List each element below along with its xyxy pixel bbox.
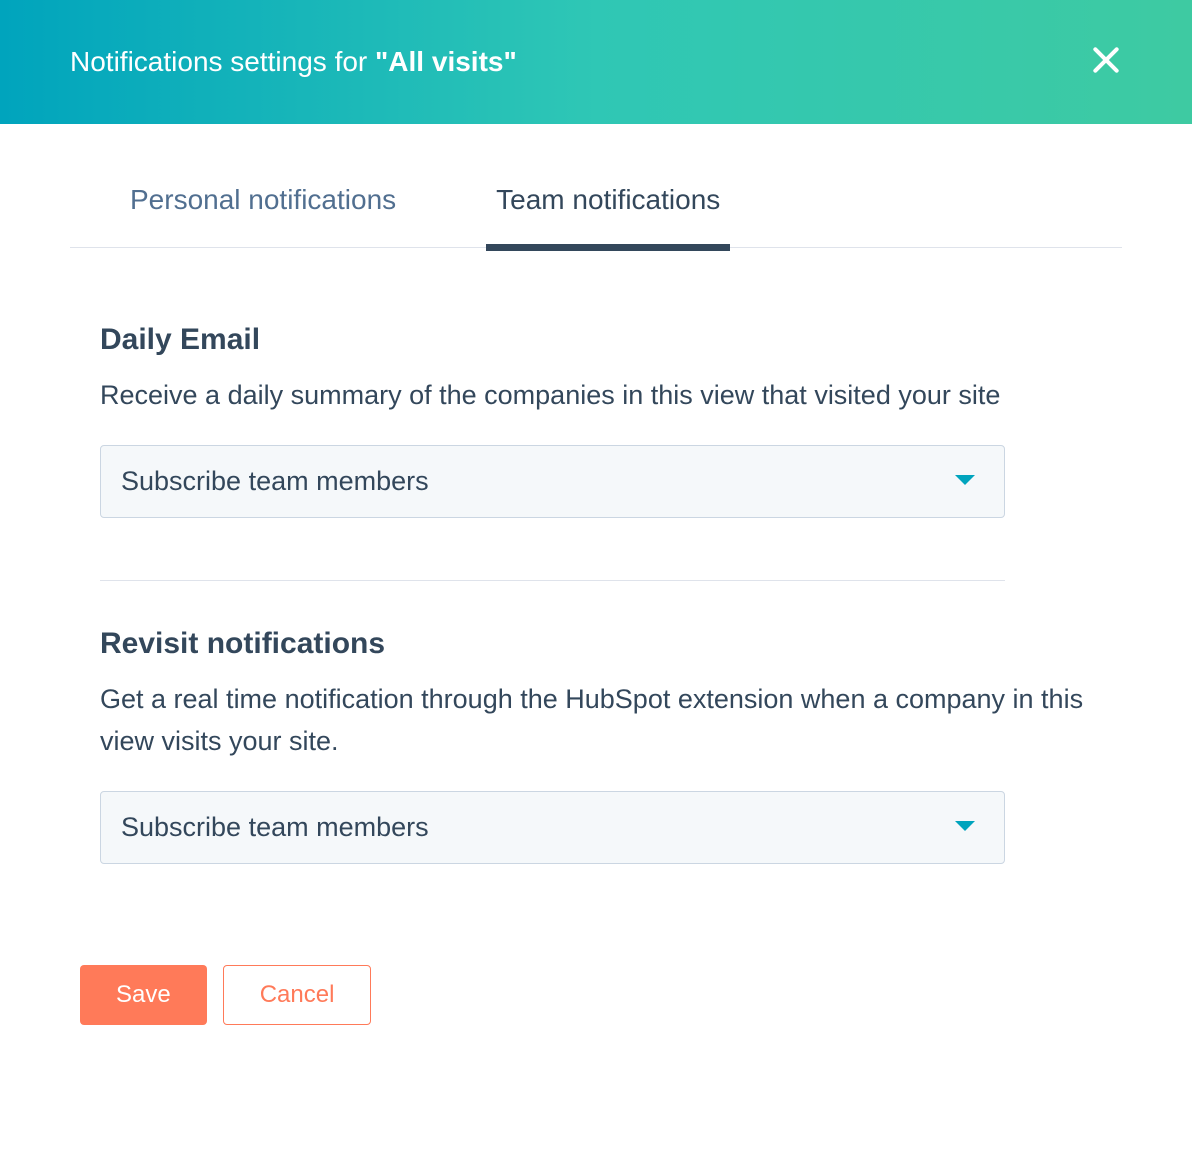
section-title: Daily Email bbox=[100, 323, 1092, 357]
modal-title-name: "All visits" bbox=[375, 46, 517, 77]
tab-label: Team notifications bbox=[496, 184, 720, 215]
section-daily-email: Daily Email Receive a daily summary of t… bbox=[100, 248, 1092, 518]
tab-team-notifications[interactable]: Team notifications bbox=[486, 184, 730, 251]
tabs: Personal notifications Team notification… bbox=[70, 184, 1122, 248]
chevron-down-icon bbox=[954, 474, 976, 488]
close-button[interactable] bbox=[1080, 34, 1132, 91]
select-value: Subscribe team members bbox=[121, 812, 429, 843]
modal-title-prefix: Notifications settings for bbox=[70, 46, 375, 77]
section-revisit-notifications: Revisit notifications Get a real time no… bbox=[100, 581, 1092, 864]
select-value: Subscribe team members bbox=[121, 466, 429, 497]
modal-footer: Save Cancel bbox=[80, 965, 371, 1025]
revisit-subscribe-select[interactable]: Subscribe team members bbox=[100, 791, 1005, 864]
tab-content: Daily Email Receive a daily summary of t… bbox=[0, 248, 1192, 864]
modal-title: Notifications settings for "All visits" bbox=[70, 46, 517, 78]
section-title: Revisit notifications bbox=[100, 627, 1092, 661]
button-label: Cancel bbox=[260, 981, 335, 1009]
section-description: Receive a daily summary of the companies… bbox=[100, 375, 1092, 417]
tab-personal-notifications[interactable]: Personal notifications bbox=[120, 184, 406, 251]
save-button[interactable]: Save bbox=[80, 965, 207, 1025]
button-label: Save bbox=[116, 981, 171, 1009]
chevron-down-icon bbox=[954, 820, 976, 834]
tab-label: Personal notifications bbox=[130, 184, 396, 215]
section-description: Get a real time notification through the… bbox=[100, 679, 1092, 763]
close-icon bbox=[1090, 44, 1122, 81]
daily-email-subscribe-select[interactable]: Subscribe team members bbox=[100, 445, 1005, 518]
modal-header: Notifications settings for "All visits" bbox=[0, 0, 1192, 124]
cancel-button[interactable]: Cancel bbox=[223, 965, 372, 1025]
